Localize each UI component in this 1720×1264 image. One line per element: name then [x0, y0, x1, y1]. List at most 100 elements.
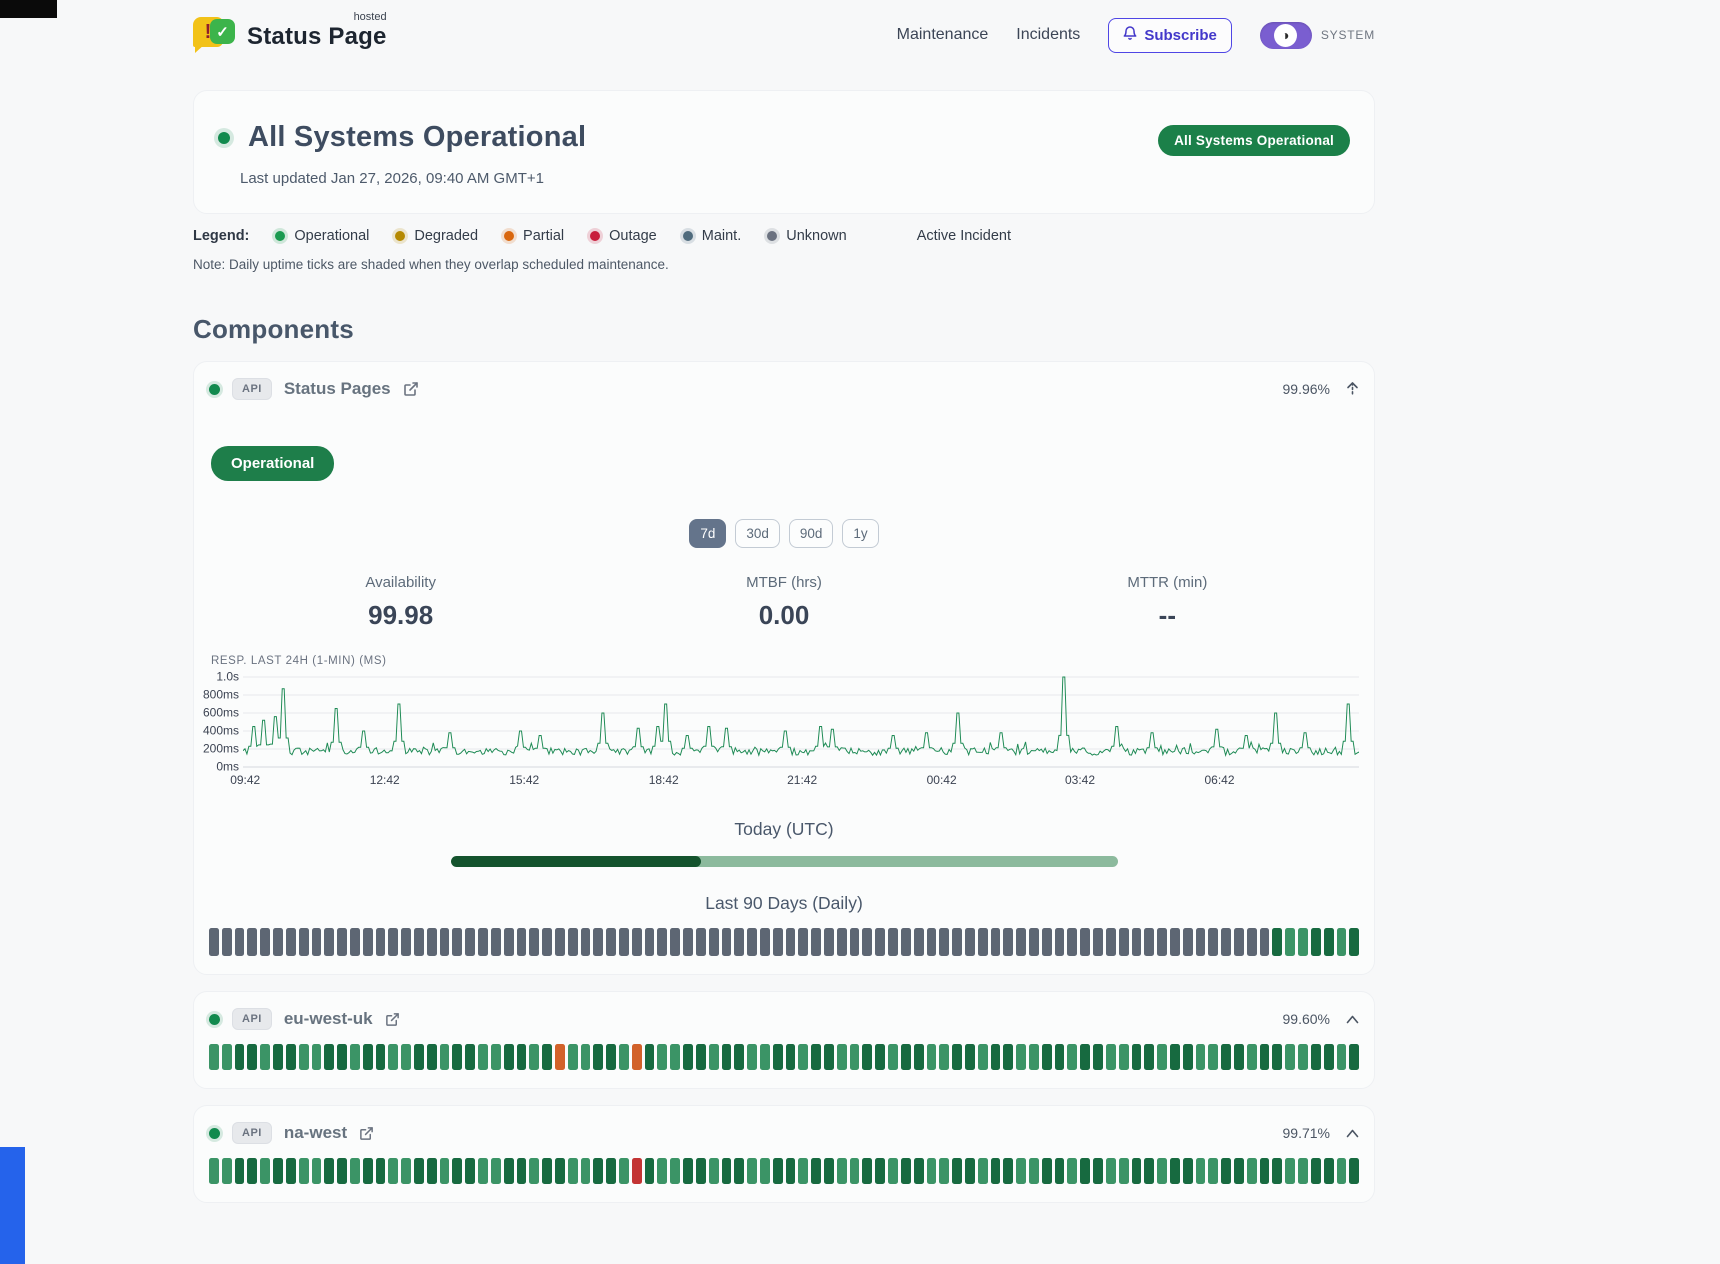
uptime-day-tick-operational[interactable] [1119, 1044, 1129, 1070]
uptime-day-tick-operational[interactable] [235, 1158, 245, 1184]
uptime-day-tick-maintenance[interactable] [773, 928, 783, 956]
uptime-day-tick-operational[interactable] [517, 1158, 527, 1184]
uptime-day-tick-operational[interactable] [837, 1158, 847, 1184]
uptime-day-tick-operational[interactable] [683, 1158, 693, 1184]
uptime-day-tick-operational[interactable] [440, 1158, 450, 1184]
uptime-day-tick-operational[interactable] [1272, 1158, 1282, 1184]
uptime-day-tick-operational[interactable] [773, 1044, 783, 1070]
collapse-arrow-icon[interactable] [1346, 381, 1359, 398]
uptime-day-tick-maintenance[interactable] [939, 928, 949, 956]
uptime-day-tick-operational[interactable] [491, 1158, 501, 1184]
uptime-day-tick-operational[interactable] [709, 1158, 719, 1184]
uptime-day-tick-maintenance[interactable] [568, 928, 578, 956]
uptime-day-tick-operational[interactable] [1285, 1158, 1295, 1184]
uptime-day-tick-operational[interactable] [1247, 1044, 1257, 1070]
uptime-day-tick-operational[interactable] [337, 1158, 347, 1184]
uptime-day-tick-operational[interactable] [773, 1158, 783, 1184]
uptime-day-tick-operational[interactable] [1055, 1044, 1065, 1070]
uptime-day-tick-operational[interactable] [209, 1158, 219, 1184]
uptime-day-tick-maintenance[interactable] [760, 928, 770, 956]
uptime-day-tick-operational[interactable] [1016, 1044, 1026, 1070]
uptime-day-tick-maintenance[interactable] [273, 928, 283, 956]
uptime-day-tick-operational[interactable] [1234, 1044, 1244, 1070]
uptime-day-tick-operational[interactable] [593, 1044, 603, 1070]
uptime-day-tick-operational[interactable] [1132, 1044, 1142, 1070]
uptime-day-tick-operational[interactable] [939, 1044, 949, 1070]
uptime-day-tick-operational[interactable] [1285, 1044, 1295, 1070]
uptime-day-tick-operational[interactable] [209, 1044, 219, 1070]
uptime-day-tick-maintenance[interactable] [286, 928, 296, 956]
uptime-day-tick-operational[interactable] [1196, 1044, 1206, 1070]
uptime-day-tick-operational[interactable] [965, 1158, 975, 1184]
uptime-day-tick-operational[interactable] [299, 1044, 309, 1070]
uptime-day-tick-maintenance[interactable] [862, 928, 872, 956]
uptime-day-tick-operational[interactable] [260, 1044, 270, 1070]
uptime-day-tick-maintenance[interactable] [1247, 928, 1257, 956]
uptime-day-tick-operational[interactable] [427, 1158, 437, 1184]
uptime-day-tick-operational[interactable] [286, 1044, 296, 1070]
uptime-day-tick-maintenance[interactable] [1055, 928, 1065, 956]
uptime-day-tick-operational[interactable] [824, 1044, 834, 1070]
external-link-icon[interactable] [359, 1126, 374, 1141]
expand-chevron-icon[interactable] [1346, 1015, 1359, 1024]
range-button-30d[interactable]: 30d [735, 519, 780, 548]
uptime-day-tick-operational[interactable] [1337, 1044, 1347, 1070]
uptime-day-tick-operational[interactable] [581, 1158, 591, 1184]
uptime-day-tick-maintenance[interactable] [260, 928, 270, 956]
theme-toggle[interactable]: ◑ [1260, 22, 1312, 49]
uptime-day-tick-maintenance[interactable] [1080, 928, 1090, 956]
uptime-day-tick-maintenance[interactable] [491, 928, 501, 956]
uptime-day-tick-operational[interactable] [734, 1158, 744, 1184]
uptime-day-tick-operational[interactable] [1324, 1158, 1334, 1184]
uptime-day-tick-maintenance[interactable] [414, 928, 424, 956]
uptime-day-tick-operational[interactable] [491, 1044, 501, 1070]
uptime-day-tick-operational[interactable] [696, 1044, 706, 1070]
uptime-day-tick-operational[interactable] [452, 1158, 462, 1184]
uptime-day-tick-maintenance[interactable] [222, 928, 232, 956]
uptime-day-tick-maintenance[interactable] [465, 928, 475, 956]
uptime-day-tick-maintenance[interactable] [837, 928, 847, 956]
uptime-day-tick-maintenance[interactable] [888, 928, 898, 956]
uptime-day-tick-maintenance[interactable] [901, 928, 911, 956]
uptime-day-tick-operational[interactable] [683, 1044, 693, 1070]
uptime-day-tick-operational[interactable] [1080, 1158, 1090, 1184]
uptime-day-tick-maintenance[interactable] [786, 928, 796, 956]
uptime-day-tick-operational[interactable] [299, 1158, 309, 1184]
uptime-day-tick-operational[interactable] [312, 1158, 322, 1184]
uptime-day-tick-maintenance[interactable] [1170, 928, 1180, 956]
uptime-day-tick-operational[interactable] [542, 1044, 552, 1070]
uptime-day-tick-partial[interactable] [555, 1044, 565, 1070]
uptime-day-tick-operational[interactable] [1067, 1158, 1077, 1184]
uptime-day-tick-operational[interactable] [1221, 1158, 1231, 1184]
uptime-day-tick-operational[interactable] [222, 1158, 232, 1184]
uptime-day-tick-maintenance[interactable] [657, 928, 667, 956]
uptime-day-tick-maintenance[interactable] [363, 928, 373, 956]
uptime-day-tick-operational[interactable] [1298, 1158, 1308, 1184]
uptime-day-tick-operational[interactable] [581, 1044, 591, 1070]
uptime-day-tick-operational[interactable] [901, 1044, 911, 1070]
uptime-day-tick-operational[interactable] [452, 1044, 462, 1070]
uptime-day-tick-operational[interactable] [1196, 1158, 1206, 1184]
uptime-day-tick-operational[interactable] [1208, 1158, 1218, 1184]
uptime-day-tick-operational[interactable] [1349, 1044, 1359, 1070]
uptime-day-tick-maintenance[interactable] [529, 928, 539, 956]
uptime-day-tick-maintenance[interactable] [247, 928, 257, 956]
uptime-day-tick-maintenance[interactable] [952, 928, 962, 956]
uptime-day-tick-operational[interactable] [478, 1158, 488, 1184]
uptime-day-tick-operational[interactable] [824, 1158, 834, 1184]
uptime-day-tick-operational[interactable] [1132, 1158, 1142, 1184]
uptime-day-tick-operational[interactable] [542, 1158, 552, 1184]
uptime-day-tick-operational[interactable] [1106, 1158, 1116, 1184]
uptime-day-tick-operational[interactable] [1144, 1158, 1154, 1184]
uptime-day-tick-operational[interactable] [427, 1044, 437, 1070]
uptime-day-tick-operational[interactable] [401, 1158, 411, 1184]
uptime-day-tick-operational[interactable] [555, 1158, 565, 1184]
uptime-day-tick-operational[interactable] [312, 1044, 322, 1070]
uptime-day-tick-maintenance[interactable] [1067, 928, 1077, 956]
uptime-day-tick-operational[interactable] [875, 1044, 885, 1070]
uptime-day-tick-maintenance[interactable] [1183, 928, 1193, 956]
uptime-day-tick-maintenance[interactable] [747, 928, 757, 956]
uptime-day-tick-operational[interactable] [376, 1158, 386, 1184]
uptime-day-tick-operational[interactable] [914, 1158, 924, 1184]
uptime-day-tick-operational[interactable] [260, 1158, 270, 1184]
